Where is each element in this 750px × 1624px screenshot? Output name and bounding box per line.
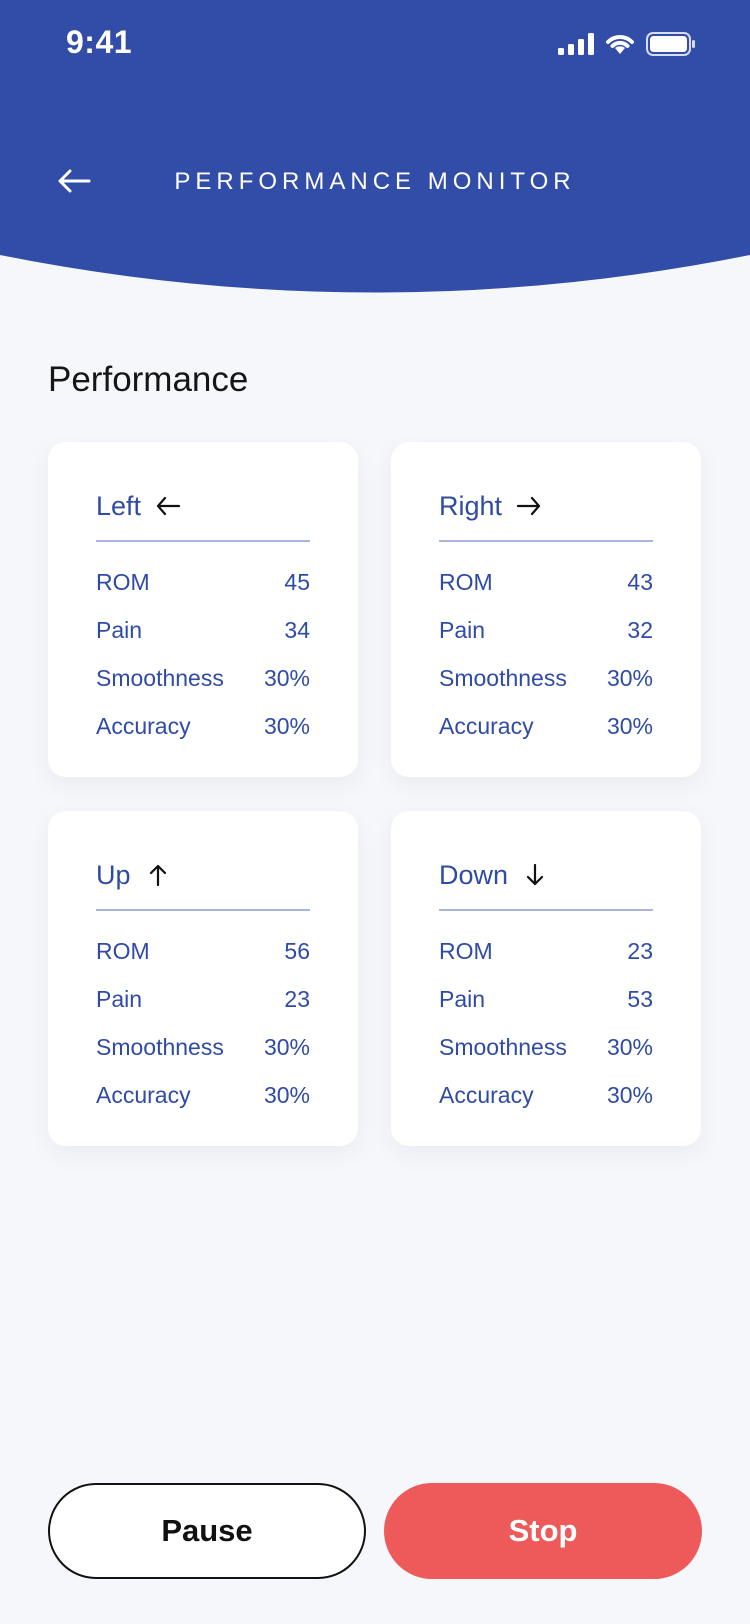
metric-value: 30% bbox=[263, 1081, 310, 1108]
metric-value: 56 bbox=[284, 937, 310, 964]
metrics-list: ROM 23 Pain 53 Smoothness 30% Accuracy 3… bbox=[439, 927, 653, 1119]
metric-value: 32 bbox=[627, 616, 653, 643]
metric-value: 30% bbox=[606, 1033, 653, 1060]
card-down: Down ROM 23 Pain 53 Smoothness 30% Accur… bbox=[391, 811, 701, 1146]
cellular-signal-icon bbox=[558, 33, 594, 55]
metric-label: Accuracy bbox=[96, 712, 191, 739]
card-title: Right bbox=[439, 490, 503, 521]
card-right: Right ROM 43 Pain 32 Smoothness 30% Accu… bbox=[391, 442, 701, 777]
metric-value: 30% bbox=[263, 664, 310, 691]
card-up: Up ROM 56 Pain 23 Smoothness 30% Accurac… bbox=[48, 811, 358, 1146]
metric-row: Pain 53 bbox=[439, 975, 653, 1023]
metric-label: ROM bbox=[439, 568, 493, 595]
card-header: Left bbox=[96, 486, 310, 542]
metric-row: ROM 56 bbox=[96, 927, 310, 975]
arrow-left-icon bbox=[156, 496, 181, 516]
header: 9:41 PERFORMANCE MONITOR bbox=[0, 0, 750, 300]
metrics-list: ROM 56 Pain 23 Smoothness 30% Accuracy 3… bbox=[96, 927, 310, 1119]
metric-label: Accuracy bbox=[96, 1081, 191, 1108]
stop-button[interactable]: Stop bbox=[384, 1483, 702, 1579]
metric-row: Smoothness 30% bbox=[439, 654, 653, 702]
metric-label: ROM bbox=[96, 568, 150, 595]
metric-row: Accuracy 30% bbox=[96, 702, 310, 750]
metric-label: Smoothness bbox=[439, 664, 567, 691]
arrow-up-icon bbox=[149, 864, 166, 886]
card-header: Up bbox=[96, 855, 310, 911]
metric-label: Accuracy bbox=[439, 1081, 534, 1108]
metric-label: ROM bbox=[96, 937, 150, 964]
metric-label: Smoothness bbox=[439, 1033, 567, 1060]
metric-value: 53 bbox=[627, 985, 653, 1012]
card-header: Down bbox=[439, 855, 653, 911]
metrics-list: ROM 43 Pain 32 Smoothness 30% Accuracy 3… bbox=[439, 558, 653, 750]
section-title: Performance bbox=[48, 360, 249, 399]
card-left: Left ROM 45 Pain 34 Smoothness 30% Accur… bbox=[48, 442, 358, 777]
metric-value: 23 bbox=[284, 985, 310, 1012]
metric-row: Accuracy 30% bbox=[439, 702, 653, 750]
wifi-icon bbox=[606, 35, 634, 54]
metric-label: Pain bbox=[439, 616, 486, 643]
card-title: Left bbox=[96, 490, 142, 521]
card-title: Up bbox=[96, 859, 131, 890]
metric-row: Pain 23 bbox=[96, 975, 310, 1023]
metric-label: Pain bbox=[439, 985, 486, 1012]
metric-label: Pain bbox=[96, 616, 143, 643]
status-time: 9:41 bbox=[66, 24, 133, 60]
metric-row: Smoothness 30% bbox=[439, 1023, 653, 1071]
metric-label: Smoothness bbox=[96, 664, 224, 691]
metric-value: 23 bbox=[627, 937, 653, 964]
performance-cards: Left ROM 45 Pain 34 Smoothness 30% Accur… bbox=[48, 442, 702, 1146]
metric-value: 34 bbox=[284, 616, 310, 643]
bottom-buttons: Pause Stop bbox=[48, 1483, 702, 1579]
page-title: PERFORMANCE MONITOR bbox=[174, 168, 576, 195]
card-title: Down bbox=[439, 859, 509, 890]
arrow-right-icon bbox=[516, 496, 541, 516]
metric-label: Accuracy bbox=[439, 712, 534, 739]
metric-row: Smoothness 30% bbox=[96, 654, 310, 702]
metric-label: Smoothness bbox=[96, 1033, 224, 1060]
metric-value: 30% bbox=[606, 1081, 653, 1108]
battery-icon bbox=[646, 32, 695, 56]
metric-value: 30% bbox=[263, 712, 310, 739]
pause-button[interactable]: Pause bbox=[48, 1483, 366, 1579]
metric-value: 30% bbox=[606, 712, 653, 739]
metric-row: ROM 43 bbox=[439, 558, 653, 606]
metric-value: 43 bbox=[627, 568, 653, 595]
metric-label: ROM bbox=[439, 937, 493, 964]
metric-row: Pain 34 bbox=[96, 606, 310, 654]
metric-value: 45 bbox=[284, 568, 310, 595]
arrow-down-icon bbox=[526, 864, 544, 886]
metrics-list: ROM 45 Pain 34 Smoothness 30% Accuracy 3… bbox=[96, 558, 310, 750]
metric-row: Accuracy 30% bbox=[96, 1071, 310, 1119]
metric-row: Accuracy 30% bbox=[439, 1071, 653, 1119]
metric-row: Pain 32 bbox=[439, 606, 653, 654]
metric-label: Pain bbox=[96, 985, 143, 1012]
metric-value: 30% bbox=[263, 1033, 310, 1060]
card-header: Right bbox=[439, 486, 653, 542]
metric-row: ROM 23 bbox=[439, 927, 653, 975]
metric-row: Smoothness 30% bbox=[96, 1023, 310, 1071]
metric-value: 30% bbox=[606, 664, 653, 691]
status-icons bbox=[558, 32, 696, 56]
metric-row: ROM 45 bbox=[96, 558, 310, 606]
